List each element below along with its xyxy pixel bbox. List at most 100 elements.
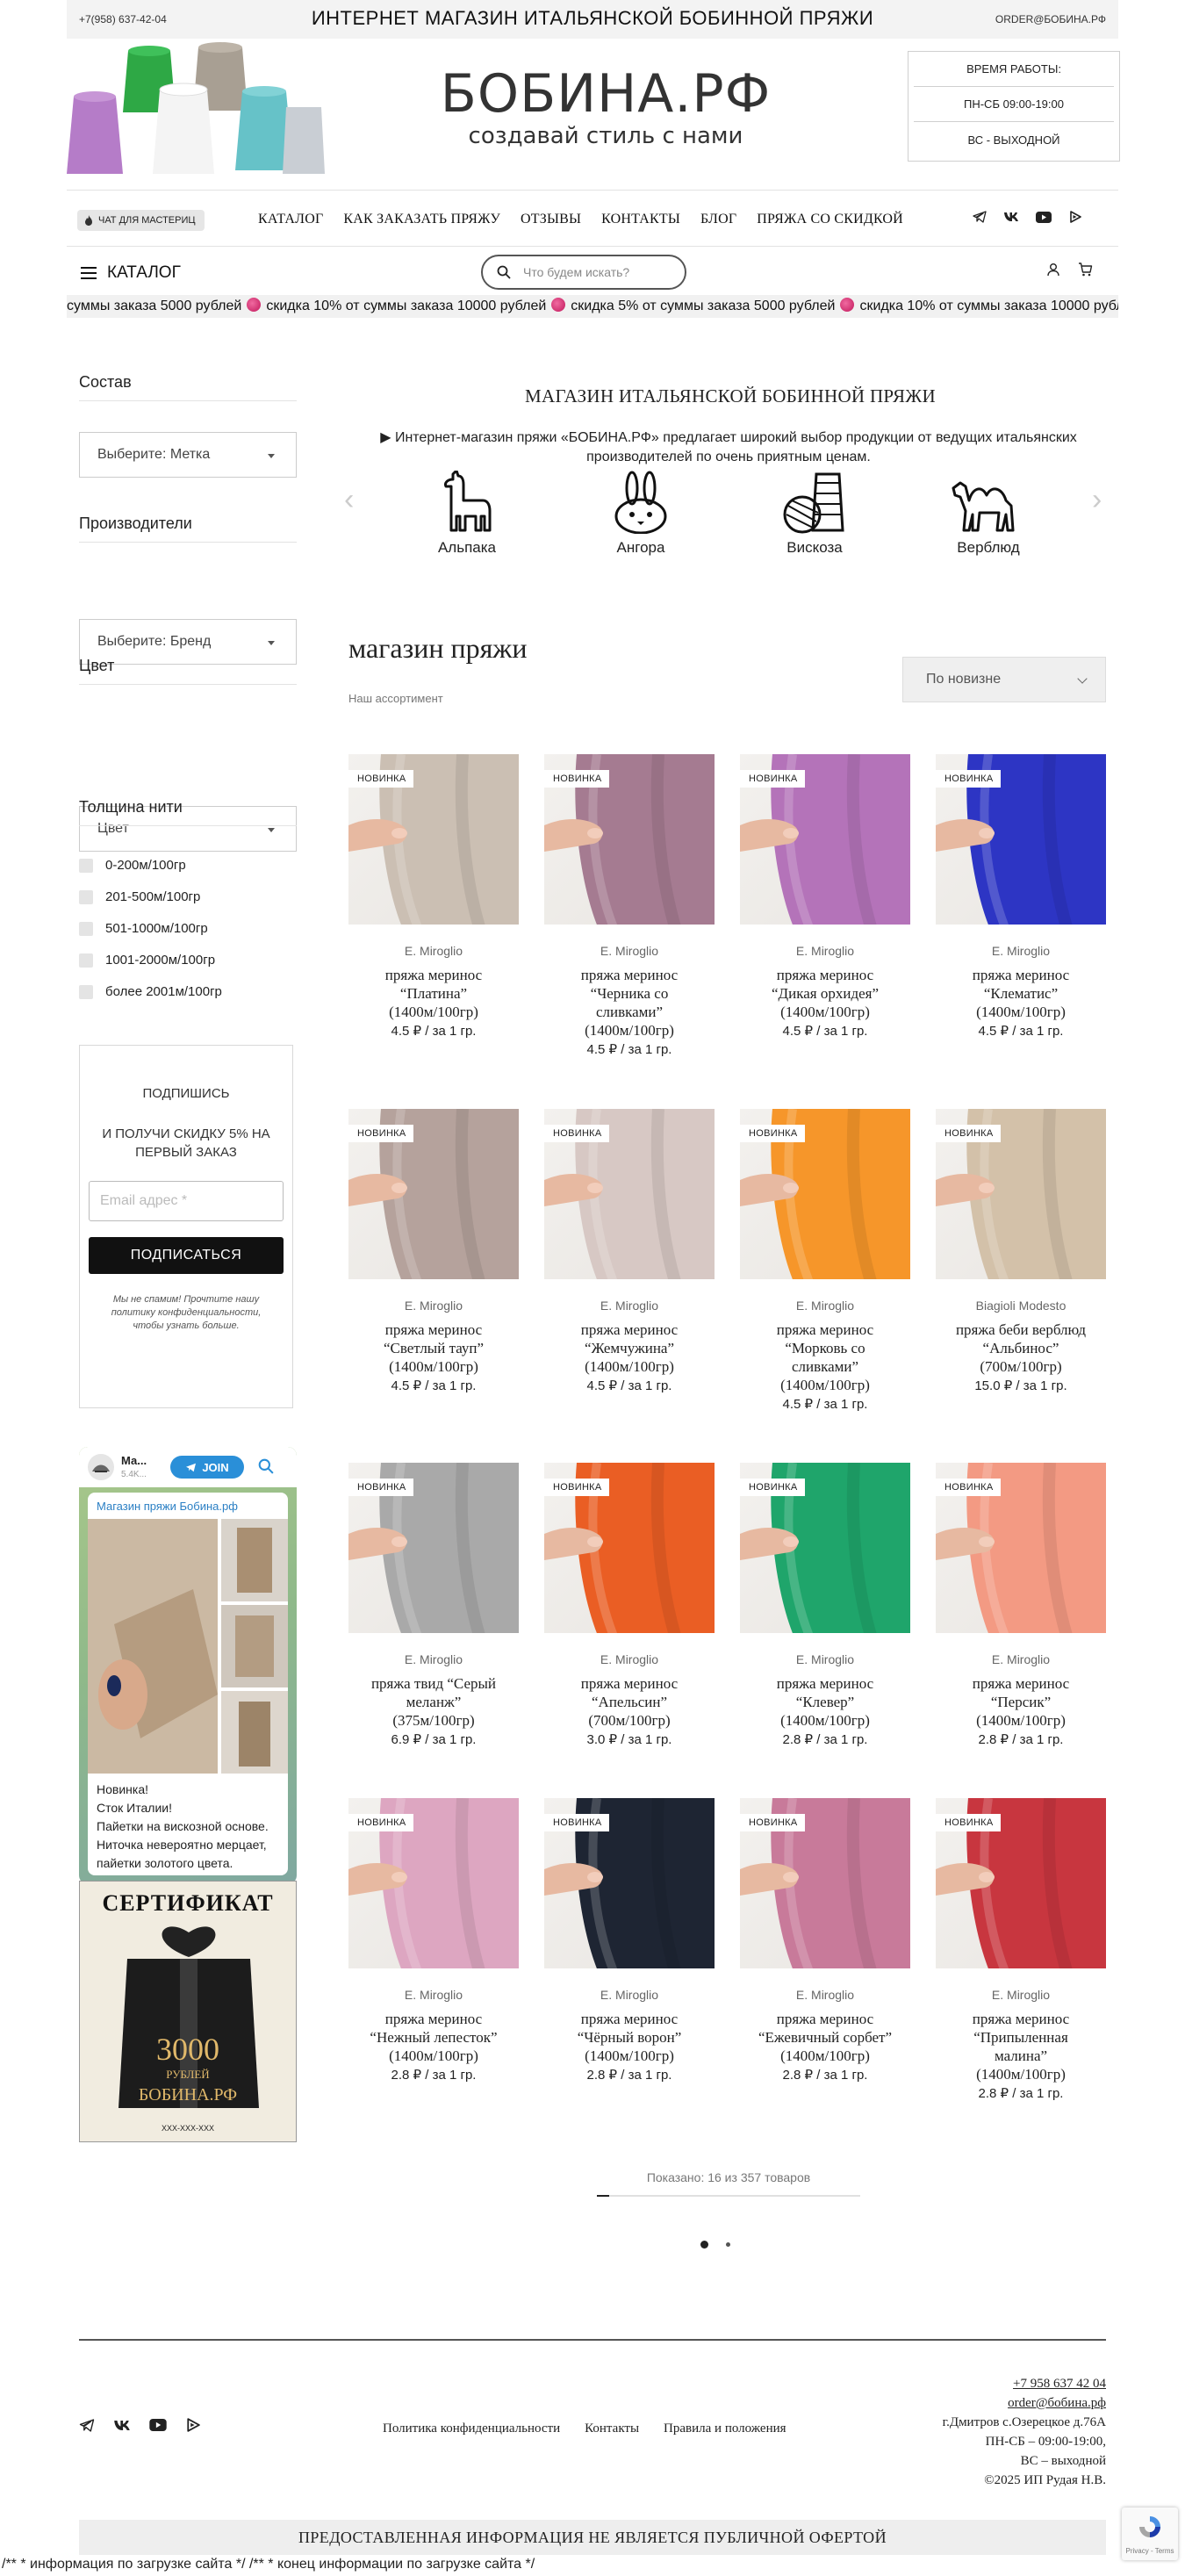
- checkbox[interactable]: [79, 921, 93, 936]
- nav-item-discount-yarn[interactable]: ПРЯЖА СО СКИДКОЙ: [757, 212, 903, 227]
- product-title[interactable]: пряжа меринос “Ежевичный сорбет” (1400м/…: [740, 2010, 910, 2065]
- catalog-menu-button[interactable]: КАТАЛОГ: [81, 263, 181, 283]
- product-card[interactable]: НОВИНКА E. Miroglio пряжа меринос “Клемати…: [936, 754, 1106, 1039]
- carousel-prev-button[interactable]: ‹: [344, 483, 354, 517]
- nav-item-contacts[interactable]: КОНТАКТЫ: [601, 212, 680, 227]
- product-card[interactable]: НОВИНКА E. Miroglio пряжа меринос “Клевер”…: [740, 1463, 910, 1747]
- rutube-icon[interactable]: [186, 2418, 200, 2432]
- product-card[interactable]: НОВИНКА E. Miroglio пряжа меринос “Светлый…: [348, 1109, 519, 1393]
- join-button[interactable]: JOIN: [170, 1456, 244, 1479]
- checkbox[interactable]: [79, 984, 93, 999]
- product-image[interactable]: НОВИНКА: [936, 1463, 1106, 1633]
- product-card[interactable]: НОВИНКА E. Miroglio пряжа меринос “Апельси…: [544, 1463, 715, 1747]
- checkbox[interactable]: [79, 889, 93, 904]
- telegram-post[interactable]: Магазин пряжи Бобина.рф Новинка! Сток Ит…: [88, 1493, 288, 1875]
- product-image[interactable]: НОВИНКА: [348, 1109, 519, 1279]
- checkbox[interactable]: [79, 858, 93, 873]
- email-field[interactable]: [89, 1181, 284, 1221]
- footer-phone[interactable]: +7 958 637 42 04: [943, 2374, 1106, 2393]
- vk-icon[interactable]: [1004, 212, 1018, 221]
- category-angora[interactable]: Ангора: [588, 471, 693, 557]
- nav-item-reviews[interactable]: ОТЗЫВЫ: [521, 212, 581, 227]
- carousel-next-button[interactable]: ›: [1092, 483, 1102, 517]
- brand-logo[interactable]: БОБИНА.РФ создавай стиль с нами: [377, 63, 834, 149]
- product-title[interactable]: пряжа меринос “Клевер” (1400м/100гр): [740, 1674, 910, 1730]
- recaptcha-text[interactable]: Privacy - Terms: [1122, 2547, 1178, 2555]
- sort-select[interactable]: По новизне: [902, 657, 1106, 702]
- footer-link-contacts[interactable]: Контакты: [585, 2421, 639, 2436]
- product-card[interactable]: НОВИНКА E. Miroglio пряжа меринос “Персик”…: [936, 1463, 1106, 1747]
- filter-select-label[interactable]: Выберите: Метка: [79, 432, 297, 478]
- product-image[interactable]: НОВИНКА: [348, 1798, 519, 1968]
- telegram-icon[interactable]: [973, 211, 987, 223]
- pager-dot[interactable]: [726, 2242, 730, 2247]
- product-card[interactable]: НОВИНКА E. Miroglio пряжа меринос “Жемчужи…: [544, 1109, 715, 1393]
- product-title[interactable]: пряжа меринос “Жемчужина” (1400м/100гр): [544, 1320, 715, 1376]
- product-image[interactable]: НОВИНКА: [544, 1109, 715, 1279]
- search-icon[interactable]: [497, 265, 511, 279]
- product-card[interactable]: НОВИНКА E. Miroglio пряжа меринос “Черника…: [544, 754, 715, 1057]
- rutube-icon[interactable]: [1069, 211, 1081, 223]
- product-title[interactable]: пряжа меринос “Дикая орхидея” (1400м/100…: [740, 966, 910, 1021]
- product-title[interactable]: пряжа твид “Серый меланж” (375м/100гр): [348, 1674, 519, 1730]
- account-icon[interactable]: [1046, 263, 1060, 277]
- checkbox[interactable]: [79, 953, 93, 968]
- thickness-option[interactable]: 0-200м/100гр: [79, 858, 186, 873]
- product-title[interactable]: пряжа беби верблюд “Альбинос” (700м/100г…: [936, 1320, 1106, 1376]
- product-image[interactable]: НОВИНКА: [936, 1798, 1106, 1968]
- product-image[interactable]: НОВИНКА: [936, 754, 1106, 925]
- product-image[interactable]: НОВИНКА: [544, 1463, 715, 1633]
- top-email[interactable]: ORDER@БОБИНА.РФ: [995, 13, 1106, 25]
- product-card[interactable]: НОВИНКА E. Miroglio пряжа меринос “Нежный …: [348, 1798, 519, 2083]
- search-input[interactable]: [523, 265, 655, 279]
- product-image[interactable]: НОВИНКА: [348, 1463, 519, 1633]
- product-title[interactable]: пряжа меринос “Черника со сливками” (140…: [544, 966, 715, 1040]
- product-title[interactable]: пряжа меринос “Чёрный ворон” (1400м/100г…: [544, 2010, 715, 2065]
- recaptcha-badge[interactable]: Privacy - Terms: [1122, 2508, 1178, 2560]
- youtube-icon[interactable]: [1036, 211, 1052, 223]
- product-title[interactable]: пряжа меринос “Морковь со сливками” (140…: [740, 1320, 910, 1394]
- product-title[interactable]: пряжа меринос “Припыленная малина” (1400…: [936, 2010, 1106, 2083]
- chat-button[interactable]: ЧАТ ДЛЯ МАСТЕРИЦ: [77, 210, 205, 231]
- product-title[interactable]: пряжа меринос “Клематис” (1400м/100гр): [936, 966, 1106, 1021]
- product-image[interactable]: НОВИНКА: [740, 1463, 910, 1633]
- product-image[interactable]: НОВИНКА: [348, 754, 519, 925]
- category-alpaca[interactable]: Альпака: [414, 471, 520, 557]
- product-image[interactable]: НОВИНКА: [740, 754, 910, 925]
- nav-item-blog[interactable]: БЛОГ: [700, 212, 736, 227]
- category-camel[interactable]: Верблюд: [936, 471, 1041, 557]
- product-image[interactable]: НОВИНКА: [740, 1798, 910, 1968]
- product-image[interactable]: НОВИНКА: [936, 1109, 1106, 1279]
- thickness-option[interactable]: 201-500м/100гр: [79, 889, 200, 904]
- thickness-option[interactable]: 501-1000м/100гр: [79, 921, 208, 936]
- product-title[interactable]: пряжа меринос “Светлый тауп” (1400м/100г…: [348, 1320, 519, 1376]
- product-card[interactable]: НОВИНКА E. Miroglio пряжа меринос “Чёрный …: [544, 1798, 715, 2083]
- product-title[interactable]: пряжа меринос “Персик” (1400м/100гр): [936, 1674, 1106, 1730]
- product-image[interactable]: НОВИНКА: [544, 1798, 715, 1968]
- product-card[interactable]: НОВИНКА E. Miroglio пряжа меринос “Припыле…: [936, 1798, 1106, 2101]
- youtube-icon[interactable]: [149, 2419, 167, 2431]
- product-card[interactable]: НОВИНКА E. Miroglio пряжа меринос “Морковь…: [740, 1109, 910, 1412]
- product-card[interactable]: НОВИНКА E. Miroglio пряжа меринос “Дикая о…: [740, 754, 910, 1039]
- product-card[interactable]: НОВИНКА E. Miroglio пряжа твид “Серый мела…: [348, 1463, 519, 1747]
- thickness-option[interactable]: более 2001м/100гр: [79, 984, 222, 999]
- category-viscose[interactable]: Вискоза: [762, 471, 867, 557]
- product-title[interactable]: пряжа меринос “Платина” (1400м/100гр): [348, 966, 519, 1021]
- footer-link-privacy[interactable]: Политика конфиденциальности: [383, 2421, 560, 2436]
- product-card[interactable]: НОВИНКА E. Miroglio пряжа меринос “Ежевичн…: [740, 1798, 910, 2083]
- product-title[interactable]: пряжа меринос “Нежный лепесток” (1400м/1…: [348, 2010, 519, 2065]
- nav-item-how-to-order[interactable]: КАК ЗАКАЗАТЬ ПРЯЖУ: [343, 212, 500, 227]
- product-title[interactable]: пряжа меринос “Апельсин” (700м/100гр): [544, 1674, 715, 1730]
- footer-email[interactable]: order@бобина.рф: [943, 2393, 1106, 2413]
- product-image[interactable]: НОВИНКА: [740, 1109, 910, 1279]
- product-card[interactable]: НОВИНКА Biagioli Modesto пряжа беби верблю…: [936, 1109, 1106, 1393]
- footer-link-terms[interactable]: Правила и положения: [664, 2421, 786, 2436]
- nav-item-catalog[interactable]: КАТАЛОГ: [258, 212, 323, 227]
- search-icon[interactable]: [258, 1458, 274, 1474]
- subscribe-button[interactable]: ПОДПИСАТЬСЯ: [89, 1237, 284, 1274]
- telegram-icon[interactable]: [79, 2418, 95, 2432]
- thickness-option[interactable]: 1001-2000м/100гр: [79, 953, 215, 968]
- pager-dot-active[interactable]: [700, 2241, 708, 2249]
- vk-icon[interactable]: [114, 2420, 130, 2430]
- product-card[interactable]: НОВИНКА E. Miroglio пряжа меринос “Платина…: [348, 754, 519, 1039]
